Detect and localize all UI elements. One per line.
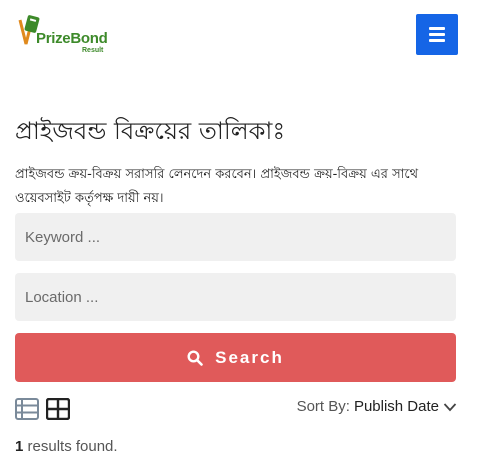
keyword-input[interactable] [15, 213, 456, 261]
results-summary: 1 results found. [15, 438, 118, 455]
grid-view-icon[interactable] [46, 398, 70, 420]
results-text: results found. [27, 438, 118, 455]
search-button-label: Search [215, 347, 284, 367]
search-button[interactable]: Search [15, 333, 456, 382]
sort-label: Sort By: [296, 398, 350, 415]
search-icon [187, 349, 203, 366]
chevron-down-icon [443, 402, 457, 411]
menu-button[interactable] [416, 14, 458, 55]
results-count: 1 [15, 438, 24, 455]
page-title: প্রাইজবন্ড বিক্রয়ের তালিকাঃ [15, 117, 286, 145]
logo-subtext: Result [82, 47, 104, 54]
site-header: PrizeBond Result [0, 0, 481, 78]
list-view-icon[interactable] [15, 398, 39, 420]
location-input[interactable] [15, 273, 456, 321]
sort-value: Publish Date [353, 398, 439, 415]
logo-text: PrizeBond [36, 30, 108, 47]
page-description: প্রাইজবন্ড ক্রয়-বিক্রয় সরাসরি লেনদেন ক… [15, 167, 419, 206]
site-logo[interactable]: PrizeBond Result [16, 14, 116, 60]
sort-dropdown[interactable]: Sort By: Publish Date [297, 398, 457, 415]
